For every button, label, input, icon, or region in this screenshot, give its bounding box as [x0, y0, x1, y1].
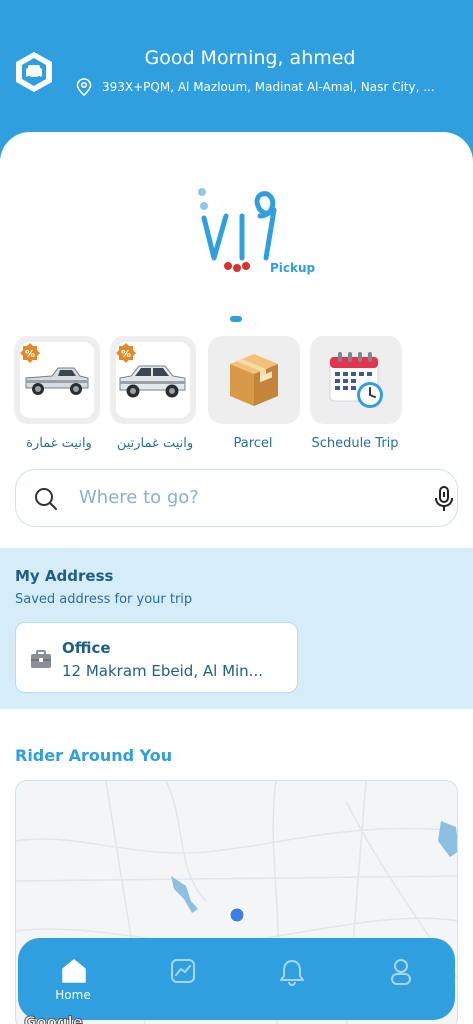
carousel-indicator	[230, 316, 242, 322]
location-text: 393X+PQM, Al Mazloum, Madinat Al-Amal, N…	[102, 80, 435, 94]
pickup-truck-icon	[25, 367, 89, 395]
service-label: Schedule Trip	[311, 436, 399, 451]
my-address-section: My Address Saved address for your trip O…	[0, 548, 473, 709]
home-icon	[62, 959, 86, 983]
section-subtitle: Saved address for your trip	[15, 592, 193, 607]
app-logo: Pickup	[198, 188, 316, 275]
svg-text:%: %	[121, 349, 131, 360]
nav-notifications[interactable]	[241, 938, 341, 1020]
car-badge-icon[interactable]	[14, 50, 54, 94]
current-location[interactable]: 393X+PQM, Al Mazloum, Madinat Al-Amal, N…	[76, 78, 435, 96]
riders-title: Rider Around You	[15, 746, 173, 765]
logo-tagline: Pickup	[270, 261, 316, 275]
bell-icon	[280, 960, 304, 986]
briefcase-icon	[31, 650, 51, 668]
service-options: % وانيت غمارة % وانيت غمارتين Parcel Sch…	[0, 336, 473, 456]
service-label: وانيت غمارة	[26, 436, 92, 451]
nav-home[interactable]: Home	[23, 938, 123, 1020]
destination-search[interactable]: Where to go?	[15, 469, 458, 527]
location-pin-icon	[76, 78, 92, 96]
saved-address-card[interactable]: Office 12 Makram Ebeid, Al Min...	[15, 622, 298, 693]
search-icon	[35, 488, 57, 510]
activity-icon	[171, 959, 195, 983]
service-double-cab[interactable]: % وانيت غمارتين	[110, 336, 200, 451]
map-attribution: Google	[24, 1013, 84, 1024]
discount-badge-icon: %	[20, 343, 40, 363]
nav-home-label: Home	[55, 988, 91, 1002]
address-line: 12 Makram Ebeid, Al Min...	[62, 662, 263, 680]
profile-icon	[391, 959, 411, 985]
box-icon	[230, 354, 278, 406]
service-schedule-trip[interactable]: Schedule Trip	[310, 336, 402, 451]
nav-activity[interactable]	[132, 938, 232, 1020]
nav-profile[interactable]	[350, 938, 450, 1020]
calendar-clock-icon	[329, 352, 383, 408]
pickup-truck-icon	[119, 365, 186, 398]
discount-badge-icon: %	[116, 343, 136, 363]
service-label: Parcel	[233, 436, 273, 451]
section-title: My Address	[15, 567, 114, 585]
service-single-cab[interactable]: % وانيت غمارة	[14, 336, 104, 451]
service-parcel[interactable]: Parcel	[208, 336, 300, 451]
bottom-navigation: Home	[18, 938, 455, 1020]
service-label: وانيت غمارتين	[116, 436, 194, 451]
greeting-text: Good Morning, ahmed	[144, 47, 356, 69]
address-name: Office	[62, 639, 111, 657]
microphone-icon[interactable]	[434, 486, 454, 512]
svg-text:%: %	[25, 349, 35, 360]
search-input[interactable]: Where to go?	[79, 487, 199, 508]
